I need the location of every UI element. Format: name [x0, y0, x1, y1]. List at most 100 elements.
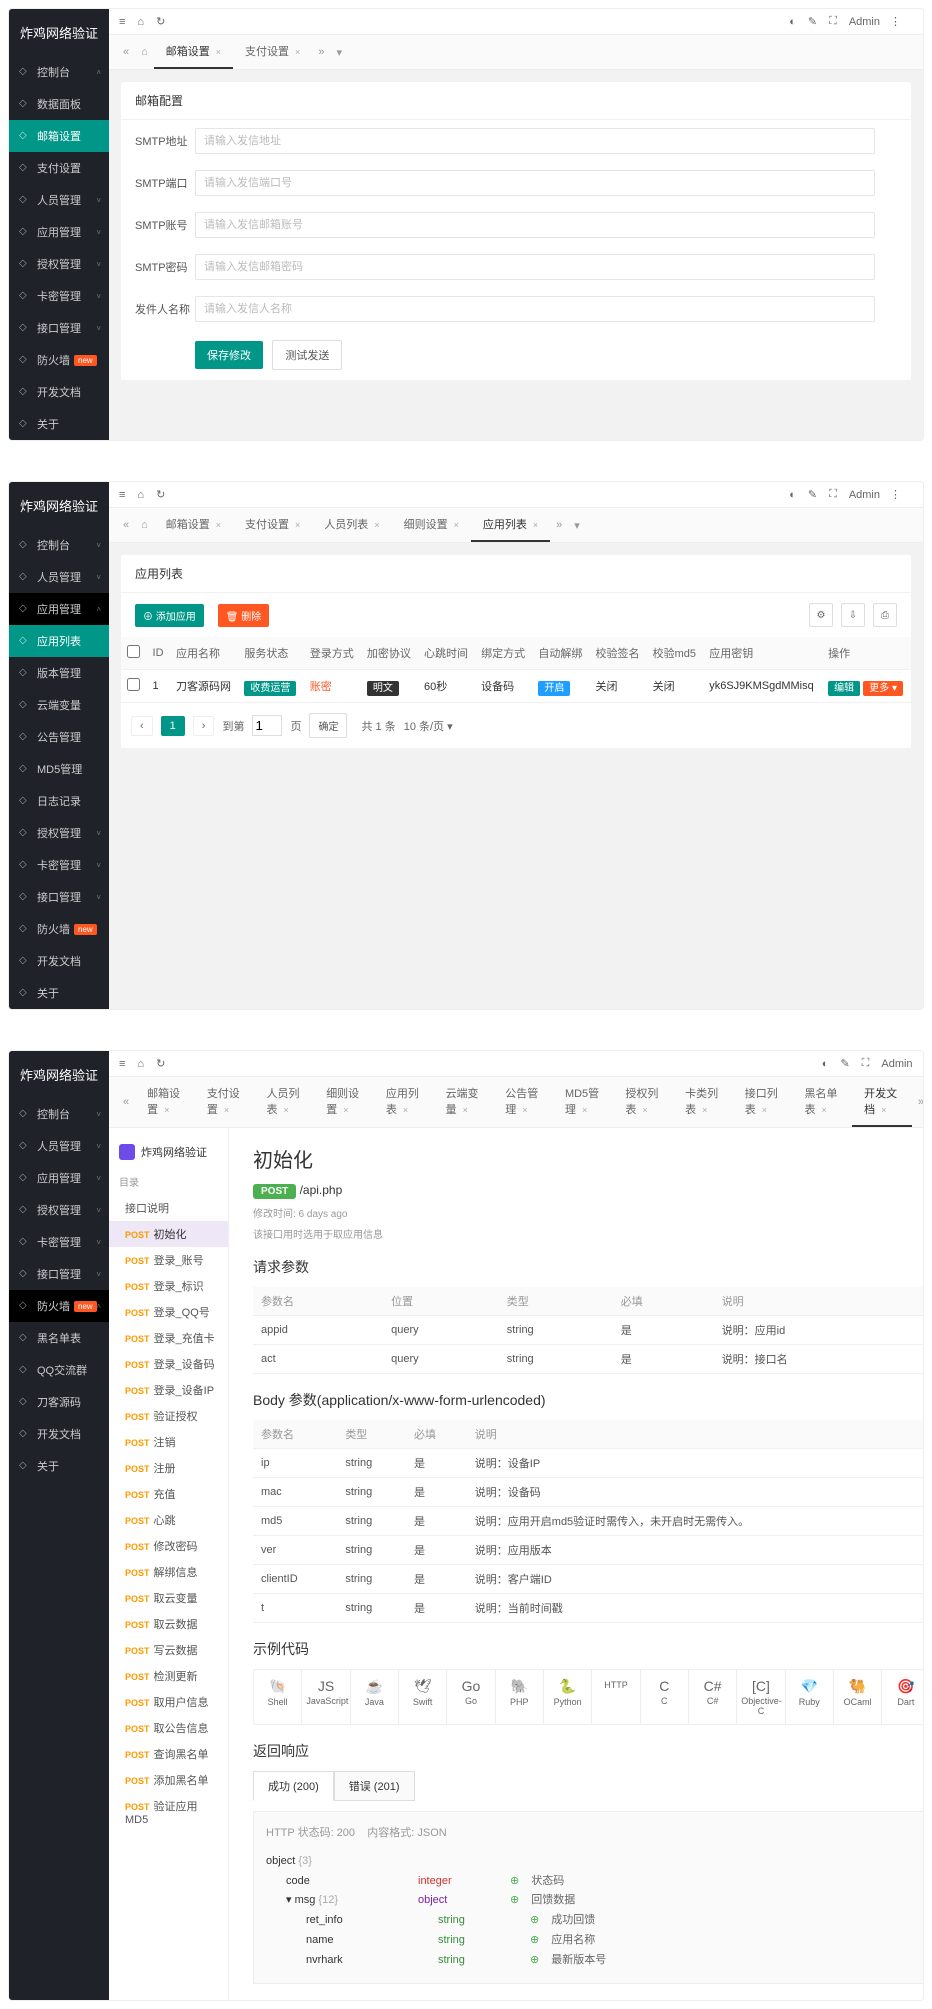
- note-icon[interactable]: ✎: [840, 1057, 849, 1070]
- close-icon[interactable]: ×: [702, 1105, 707, 1115]
- sidebar-item[interactable]: ◇授权管理˅: [9, 248, 109, 280]
- close-icon[interactable]: ×: [295, 47, 300, 57]
- docs-nav-item[interactable]: POST写云数据: [109, 1637, 228, 1663]
- sidebar-item[interactable]: ◇授权管理˅: [9, 1194, 109, 1226]
- close-icon[interactable]: ×: [582, 1105, 587, 1115]
- edit-button[interactable]: 编辑: [828, 681, 860, 696]
- close-icon[interactable]: ×: [224, 1105, 229, 1115]
- lang-tab[interactable]: JSJavaScript: [302, 1670, 350, 1724]
- close-icon[interactable]: ×: [216, 47, 221, 57]
- fullscreen-icon[interactable]: ⛶: [862, 1057, 870, 1070]
- lang-tab[interactable]: HTTP: [592, 1670, 640, 1724]
- text-input[interactable]: [195, 254, 875, 280]
- more-icon[interactable]: ⋮: [923, 1057, 924, 1070]
- sidebar-item[interactable]: ◇日志记录: [9, 785, 109, 817]
- docs-nav-item[interactable]: POST查询黑名单: [109, 1741, 228, 1767]
- lang-tab[interactable]: 🎯Dart: [882, 1670, 924, 1724]
- home-icon[interactable]: ⌂: [137, 1058, 144, 1070]
- more-button[interactable]: 更多 ▾: [863, 681, 903, 696]
- sidebar-item[interactable]: ◇开发文档: [9, 1418, 109, 1450]
- docs-nav-item[interactable]: POST心跳: [109, 1507, 228, 1533]
- tab[interactable]: 卡类列表×: [673, 1077, 733, 1127]
- close-icon[interactable]: ×: [284, 1105, 289, 1115]
- user-menu[interactable]: Admin: [849, 16, 880, 28]
- sidebar-item[interactable]: ◇卡密管理˅: [9, 280, 109, 312]
- sidebar-item[interactable]: ◇卡密管理˅: [9, 1226, 109, 1258]
- close-icon[interactable]: ×: [533, 520, 538, 530]
- close-icon[interactable]: ×: [762, 1105, 767, 1115]
- tabs-next-icon[interactable]: »: [912, 1090, 924, 1114]
- sidebar-item[interactable]: ◇应用管理˅: [9, 1162, 109, 1194]
- tabs-prev-icon[interactable]: «: [117, 40, 135, 64]
- theme-icon[interactable]: ◐: [789, 16, 796, 28]
- page-next[interactable]: ›: [193, 716, 215, 736]
- tab[interactable]: 应用列表×: [471, 508, 550, 542]
- tabs-menu-icon[interactable]: ▾: [330, 40, 348, 65]
- note-icon[interactable]: ✎: [808, 488, 817, 501]
- docs-nav-item[interactable]: POST初始化: [109, 1221, 228, 1247]
- close-icon[interactable]: ×: [403, 1105, 408, 1115]
- sidebar-item[interactable]: ◇公告管理: [9, 721, 109, 753]
- sidebar-item[interactable]: ◇接口管理˅: [9, 881, 109, 913]
- sidebar-item[interactable]: ◇刀客源码: [9, 1386, 109, 1418]
- sidebar-item[interactable]: ◇数据面板: [9, 88, 109, 120]
- sidebar-item[interactable]: ◇MD5管理: [9, 753, 109, 785]
- select-all-checkbox[interactable]: [127, 645, 140, 658]
- fullscreen-icon[interactable]: ⛶: [829, 488, 837, 501]
- close-icon[interactable]: ×: [454, 520, 459, 530]
- theme-icon[interactable]: ◐: [789, 489, 796, 501]
- close-icon[interactable]: ×: [164, 1105, 169, 1115]
- tabs-home-icon[interactable]: ⌂: [135, 513, 154, 537]
- sidebar-item[interactable]: ◇接口管理˅: [9, 312, 109, 344]
- docs-nav-item[interactable]: POST验证授权: [109, 1403, 228, 1429]
- export-icon[interactable]: ⇩: [841, 603, 865, 627]
- tabs-menu-icon[interactable]: ▾: [568, 513, 586, 538]
- tab[interactable]: 公告管理×: [493, 1077, 553, 1127]
- docs-nav-item[interactable]: POST登录_设备码: [109, 1351, 228, 1377]
- tab[interactable]: 接口列表×: [733, 1077, 793, 1127]
- sidebar-item[interactable]: ◇应用管理˅: [9, 216, 109, 248]
- lang-tab[interactable]: CC: [641, 1670, 689, 1724]
- tab[interactable]: 应用列表×: [374, 1077, 434, 1127]
- sidebar-item[interactable]: ◇邮箱设置: [9, 120, 109, 152]
- sidebar-item[interactable]: ◇人员管理˅: [9, 561, 109, 593]
- filter-icon[interactable]: ⚙: [809, 603, 833, 627]
- sidebar-item[interactable]: ◇QQ交流群: [9, 1354, 109, 1386]
- more-icon[interactable]: ⋮: [890, 488, 901, 501]
- close-icon[interactable]: ×: [463, 1105, 468, 1115]
- docs-nav-item[interactable]: POST解绑信息: [109, 1559, 228, 1585]
- lang-tab[interactable]: ☕Java: [351, 1670, 399, 1724]
- page-go[interactable]: 确定: [309, 713, 347, 738]
- close-icon[interactable]: ×: [216, 520, 221, 530]
- docs-nav-item[interactable]: POST登录_设备IP: [109, 1377, 228, 1403]
- tab[interactable]: 邮箱设置×: [154, 35, 233, 69]
- docs-nav-item[interactable]: POST取云变量: [109, 1585, 228, 1611]
- docs-nav-item[interactable]: POST登录_账号: [109, 1247, 228, 1273]
- docs-nav-item[interactable]: POST注册: [109, 1455, 228, 1481]
- tabs-next-icon[interactable]: »: [550, 513, 568, 537]
- lang-tab[interactable]: GoGo: [447, 1670, 495, 1724]
- fullscreen-icon[interactable]: ⛶: [829, 15, 837, 28]
- page-input[interactable]: [252, 715, 282, 736]
- sidebar-item[interactable]: ◇开发文档: [9, 945, 109, 977]
- menu-icon[interactable]: ≡: [119, 489, 125, 501]
- docs-nav-item[interactable]: POST登录_QQ号: [109, 1299, 228, 1325]
- lang-tab[interactable]: 💎Ruby: [786, 1670, 834, 1724]
- text-input[interactable]: [195, 296, 875, 322]
- lang-tab[interactable]: 🐫OCaml: [834, 1670, 882, 1724]
- sidebar-item[interactable]: ◇控制台˅: [9, 529, 109, 561]
- tab[interactable]: 授权列表×: [613, 1077, 673, 1127]
- page-size[interactable]: 10 条/页 ▾: [404, 718, 453, 734]
- tabs-next-icon[interactable]: »: [312, 40, 330, 64]
- lang-tab[interactable]: C#C#: [689, 1670, 737, 1724]
- text-input[interactable]: [195, 212, 875, 238]
- tab[interactable]: 云端变量×: [434, 1077, 494, 1127]
- close-icon[interactable]: ×: [522, 1105, 527, 1115]
- tab[interactable]: 支付设置×: [195, 1077, 255, 1127]
- sidebar-item[interactable]: ◇黑名单表: [9, 1322, 109, 1354]
- sidebar-item[interactable]: ◇关于: [9, 408, 109, 440]
- docs-nav-item[interactable]: POST验证应用MD5: [109, 1793, 228, 1831]
- docs-nav-item[interactable]: POST检测更新: [109, 1663, 228, 1689]
- response-tab[interactable]: 错误 (201): [334, 1771, 415, 1801]
- sidebar-item[interactable]: ◇应用列表: [9, 625, 109, 657]
